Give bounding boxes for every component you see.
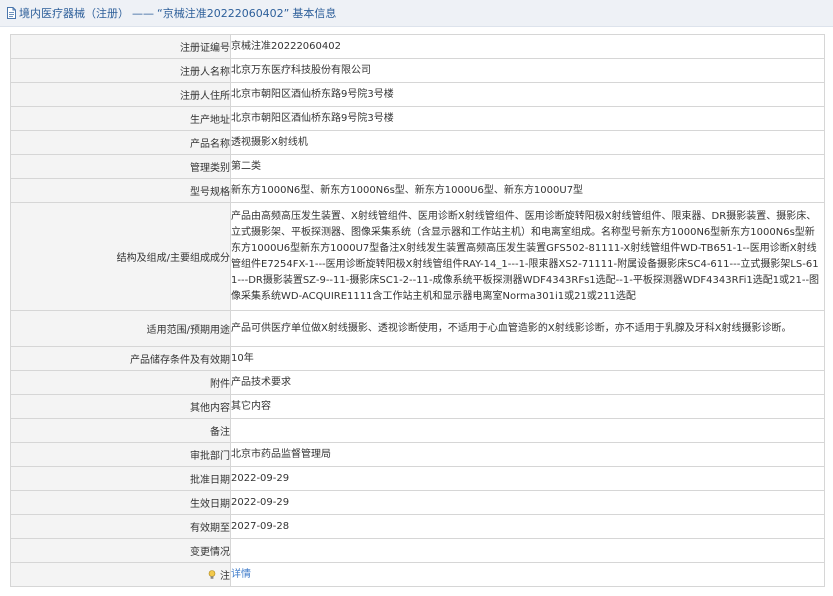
row-value: 10年: [230, 346, 825, 371]
row-label: 注册证编号: [10, 34, 231, 59]
row-value: 2022-09-29: [230, 466, 825, 491]
row-label: 生产地址: [10, 106, 231, 131]
table-row: 其他内容 其它内容: [10, 394, 825, 419]
table-row: 结构及组成/主要组成成分 产品由高频高压发生装置、X射线管组件、医用诊断X射线管…: [10, 202, 825, 311]
row-value: 第二类: [230, 154, 825, 179]
table-row: 管理类别 第二类: [10, 154, 825, 179]
row-label: 适用范围/预期用途: [10, 310, 231, 347]
row-value: 产品可供医疗单位做X射线摄影、透视诊断使用，不适用于心血管造影的X射线影诊断，亦…: [230, 310, 825, 347]
row-value: 其它内容: [230, 394, 825, 419]
table-row: 注册人名称 北京万东医疗科技股份有限公司: [10, 58, 825, 83]
page-header: 境内医疗器械（注册） —— “京械注准20222060402” 基本信息: [0, 0, 833, 27]
row-label: 有效期至: [10, 514, 231, 539]
row-label: 型号规格: [10, 178, 231, 203]
row-label: 注: [220, 571, 230, 582]
table-row: 生效日期 2022-09-29: [10, 490, 825, 515]
header-cert-number: “京械注准20222060402”: [157, 7, 290, 20]
details-link[interactable]: 详情: [231, 569, 251, 580]
row-label: 附件: [10, 370, 231, 395]
table-row: 注册人住所 北京市朝阳区酒仙桥东路9号院3号楼: [10, 82, 825, 107]
row-label: 其他内容: [10, 394, 231, 419]
row-value: 产品技术要求: [230, 370, 825, 395]
header-category: 境内医疗器械（注册）: [19, 7, 129, 20]
row-label: 结构及组成/主要组成成分: [10, 202, 231, 311]
table-row: 变更情况: [10, 538, 825, 563]
row-label: 产品名称: [10, 130, 231, 155]
table-row: 备注: [10, 418, 825, 443]
lightbulb-icon: [208, 570, 219, 582]
row-value: 北京市朝阳区酒仙桥东路9号院3号楼: [230, 106, 825, 131]
row-label: 管理类别: [10, 154, 231, 179]
row-label: 变更情况: [10, 538, 231, 563]
row-value: 2027-09-28: [230, 514, 825, 539]
row-label: 注册人住所: [10, 82, 231, 107]
row-value: 产品由高频高压发生装置、X射线管组件、医用诊断X射线管组件、医用诊断旋转阳极X射…: [230, 202, 825, 311]
table-row: 适用范围/预期用途 产品可供医疗单位做X射线摄影、透视诊断使用，不适用于心血管造…: [10, 310, 825, 347]
row-value: 北京市朝阳区酒仙桥东路9号院3号楼: [230, 82, 825, 107]
info-table: 注册证编号 京械注准20222060402 注册人名称 北京万东医疗科技股份有限…: [10, 34, 825, 587]
header-title: 境内医疗器械（注册） —— “京械注准20222060402” 基本信息: [6, 6, 336, 20]
row-label: 产品储存条件及有效期: [10, 346, 231, 371]
table-row: 注 详情: [10, 562, 825, 587]
table-row: 产品名称 透视摄影X射线机: [10, 130, 825, 155]
row-label: 备注: [10, 418, 231, 443]
table-row: 型号规格 新东方1000N6型、新东方1000N6s型、新东方1000U6型、新…: [10, 178, 825, 203]
row-value: 透视摄影X射线机: [230, 130, 825, 155]
table-row: 审批部门 北京市药品监督管理局: [10, 442, 825, 467]
table-row: 有效期至 2027-09-28: [10, 514, 825, 539]
document-icon: [6, 7, 17, 19]
row-value: 2022-09-29: [230, 490, 825, 515]
table-row: 附件 产品技术要求: [10, 370, 825, 395]
row-value: [230, 538, 825, 563]
row-label: 审批部门: [10, 442, 231, 467]
table-row: 注册证编号 京械注准20222060402: [10, 34, 825, 59]
row-label: 注册人名称: [10, 58, 231, 83]
row-value: 京械注准20222060402: [230, 34, 825, 59]
row-value-cell: 详情: [230, 562, 825, 587]
header-suffix: 基本信息: [292, 7, 337, 20]
row-value: [230, 418, 825, 443]
table-row: 产品储存条件及有效期 10年: [10, 346, 825, 371]
row-value: 北京万东医疗科技股份有限公司: [230, 58, 825, 83]
row-value: 新东方1000N6型、新东方1000N6s型、新东方1000U6型、新东方100…: [230, 178, 825, 203]
table-row: 生产地址 北京市朝阳区酒仙桥东路9号院3号楼: [10, 106, 825, 131]
table-row: 批准日期 2022-09-29: [10, 466, 825, 491]
note-label-cell: 注: [10, 562, 231, 587]
row-label: 生效日期: [10, 490, 231, 515]
row-label: 批准日期: [10, 466, 231, 491]
header-separator: ——: [132, 6, 154, 20]
row-value: 北京市药品监督管理局: [230, 442, 825, 467]
